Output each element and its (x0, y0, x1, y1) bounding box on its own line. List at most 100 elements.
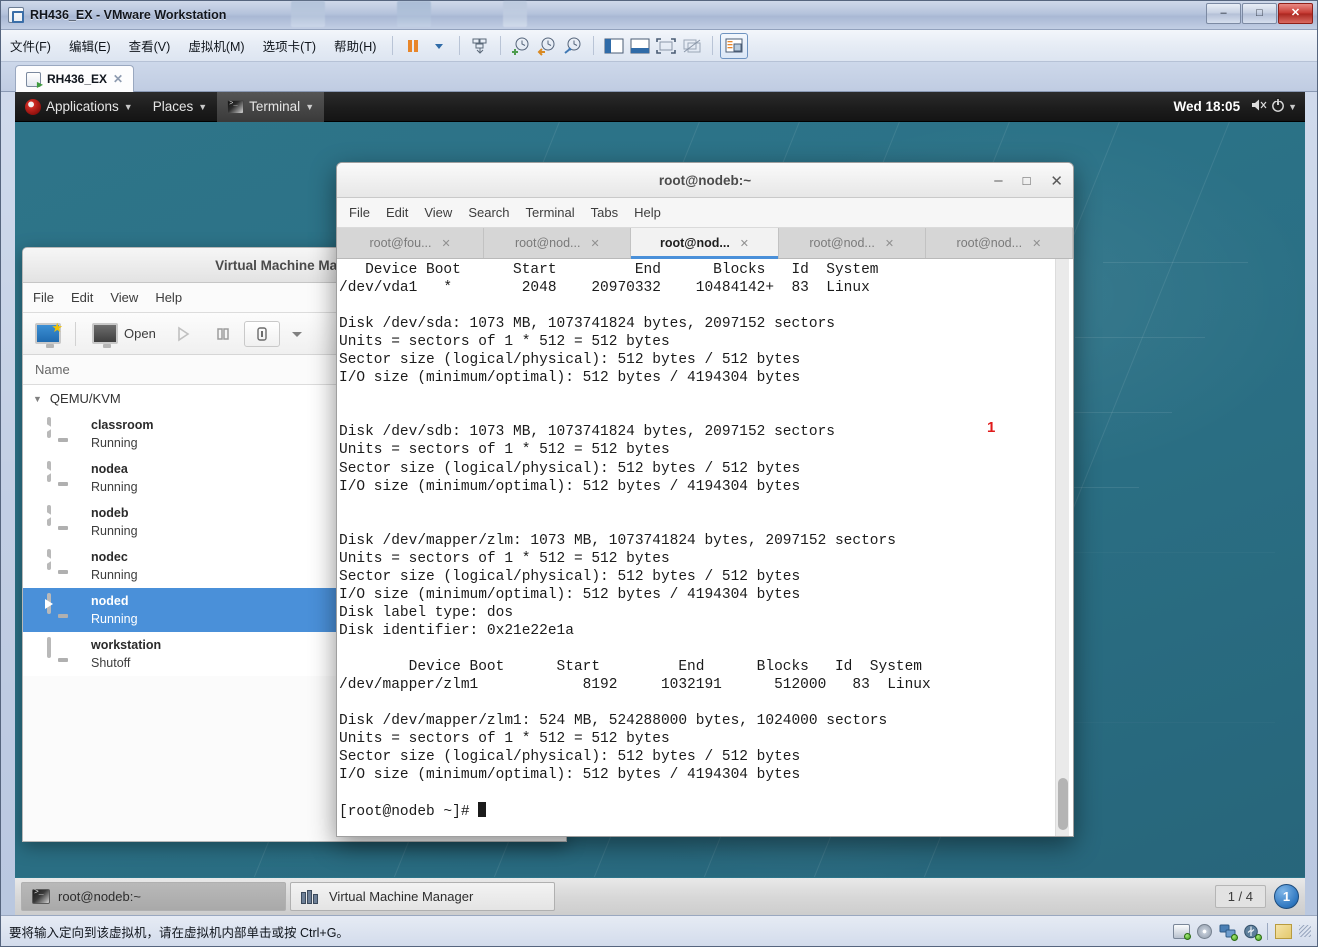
menu-view[interactable]: 查看(V) (120, 33, 180, 58)
terminal-tab-3[interactable]: root@nod... ✕ (631, 228, 779, 259)
resize-grip-icon[interactable] (1299, 925, 1311, 937)
taskbar-window-terminal[interactable]: root@nodeb:~ (21, 882, 286, 911)
usb-icon[interactable] (1243, 924, 1262, 941)
vm-name: nodea (91, 462, 128, 476)
vm-status-icon (45, 593, 79, 625)
chevron-down-icon: ▼ (305, 101, 315, 112)
volume-muted-icon[interactable] (1250, 97, 1268, 116)
menu-edit[interactable]: 编辑(E) (60, 33, 120, 58)
column-header-name: Name (35, 362, 70, 377)
shutdown-dropdown-button[interactable] (282, 329, 312, 339)
fullscreen-icon[interactable] (653, 34, 679, 58)
close-button[interactable]: ✕ (1050, 172, 1063, 190)
minimize-button[interactable]: – (994, 172, 1002, 189)
active-app-menu[interactable]: Terminal ▼ (217, 92, 325, 122)
menu-vm[interactable]: 虚拟机(M) (179, 33, 253, 58)
pause-button[interactable] (204, 326, 242, 342)
menu-help[interactable]: 帮助(H) (325, 33, 385, 58)
maximize-button[interactable]: □ (1023, 173, 1031, 188)
vmm-menu-help[interactable]: Help (155, 290, 182, 305)
vm-group-label: QEMU/KVM (49, 391, 121, 406)
workspace-badge[interactable]: 1 (1274, 884, 1299, 909)
artifact-2 (397, 1, 431, 27)
terminal-cursor (478, 802, 487, 818)
places-label: Places (152, 99, 194, 114)
terminal-menu-tabs[interactable]: Tabs (591, 205, 618, 220)
power-icon[interactable] (1270, 97, 1286, 116)
chevron-down-icon[interactable] (426, 34, 452, 58)
snapshot-take-icon[interactable] (508, 34, 534, 58)
terminal-menu-view[interactable]: View (424, 205, 452, 220)
terminal-menu-help[interactable]: Help (634, 205, 661, 220)
monitor-shutoff-icon (47, 637, 51, 658)
terminal-output-area[interactable]: Device Boot Start End Blocks Id System /… (337, 259, 1073, 836)
run-button[interactable] (164, 326, 202, 342)
maximize-button[interactable]: □ (1242, 3, 1277, 24)
terminal-tab-4[interactable]: root@nod... ✕ (779, 228, 926, 258)
vmware-status-message: 要将输入定向到该虚拟机，请在虚拟机内部单击或按 Ctrl+G。 (9, 925, 349, 940)
vm-name: nodeb (91, 506, 129, 520)
terminal-icon (227, 99, 245, 114)
vm-name: noded (91, 594, 129, 608)
chevron-down-icon: ▼ (123, 101, 133, 112)
toolbar-separator-4 (593, 36, 595, 55)
minimize-button[interactable]: – (1206, 3, 1241, 24)
artifact-1 (291, 1, 325, 27)
vmm-menu-file[interactable]: File (33, 290, 54, 305)
terminal-tab-2[interactable]: root@nod... ✕ (484, 228, 632, 258)
taskbar-window-vmm[interactable]: Virtual Machine Manager (290, 882, 555, 911)
hard-disk-icon[interactable] (1173, 923, 1191, 940)
snapshot-manager-icon[interactable] (560, 34, 586, 58)
terminal-window-title: root@nodeb:~ (658, 172, 752, 188)
vm-tab-icon (26, 71, 43, 89)
workspace-counter[interactable]: 1 / 4 (1214, 885, 1266, 908)
terminal-menu-search[interactable]: Search (468, 205, 509, 220)
terminal-tab-1[interactable]: root@fou... ✕ (337, 228, 485, 258)
unity-mode-icon[interactable] (679, 34, 705, 58)
pause-icon[interactable] (400, 34, 426, 58)
vmm-menu-view[interactable]: View (110, 290, 138, 305)
terminal-menu-terminal[interactable]: Terminal (526, 205, 575, 220)
panel-clock[interactable]: Wed 18:05 (1174, 99, 1249, 114)
vmm-icon (301, 889, 321, 904)
close-icon[interactable]: ✕ (740, 237, 749, 250)
vm-tab-rh436ex[interactable]: RH436_EX ✕ (15, 65, 135, 92)
vm-status-icon (45, 549, 79, 581)
terminal-menu-file[interactable]: File (349, 205, 370, 220)
menu-file[interactable]: 文件(F) (1, 33, 60, 58)
new-vm-button[interactable]: ★ (31, 320, 65, 348)
vm-status-icon (47, 637, 79, 669)
show-sidebar-icon[interactable] (601, 34, 627, 58)
terminal-scrollbar[interactable] (1055, 259, 1069, 836)
note-icon[interactable] (1275, 923, 1292, 939)
terminal-scrollbar-thumb[interactable] (1058, 778, 1068, 830)
vm-name: workstation (91, 638, 162, 652)
monitor-running-icon (45, 593, 53, 614)
open-button[interactable]: Open (86, 323, 162, 348)
terminal-tab-5[interactable]: root@nod... ✕ (926, 228, 1073, 258)
close-icon[interactable]: ✕ (113, 72, 123, 86)
menu-tabs[interactable]: 选项卡(T) (254, 33, 325, 58)
close-icon[interactable]: ✕ (1032, 237, 1041, 250)
terminal-menu-edit[interactable]: Edit (386, 205, 408, 220)
send-ctrl-alt-del-icon[interactable] (467, 34, 493, 58)
close-button[interactable]: ✕ (1278, 3, 1313, 24)
network-adapter-icon[interactable] (1219, 924, 1238, 941)
close-icon[interactable]: ✕ (442, 237, 451, 250)
show-thumbnail-bar-icon[interactable] (627, 34, 653, 58)
chevron-down-icon[interactable]: ▼ (1288, 102, 1297, 112)
applications-menu[interactable]: Applications ▼ (15, 92, 143, 122)
close-icon[interactable]: ✕ (590, 237, 599, 250)
applications-label: Applications (46, 99, 119, 114)
minimize-glyph: – (1220, 7, 1227, 19)
vmm-menu-edit[interactable]: Edit (71, 290, 93, 305)
chevron-down-icon[interactable]: ▼ (33, 394, 42, 404)
console-view-icon[interactable] (720, 32, 749, 59)
shutdown-button[interactable] (243, 320, 280, 347)
snapshot-revert-icon[interactable] (534, 34, 560, 58)
terminal-window[interactable]: root@nodeb:~ – □ ✕ File Edit View Search… (336, 162, 1074, 837)
places-menu[interactable]: Places ▼ (143, 92, 217, 122)
open-label: Open (124, 326, 156, 341)
close-icon[interactable]: ✕ (885, 237, 894, 250)
cd-dvd-icon[interactable] (1197, 923, 1212, 939)
